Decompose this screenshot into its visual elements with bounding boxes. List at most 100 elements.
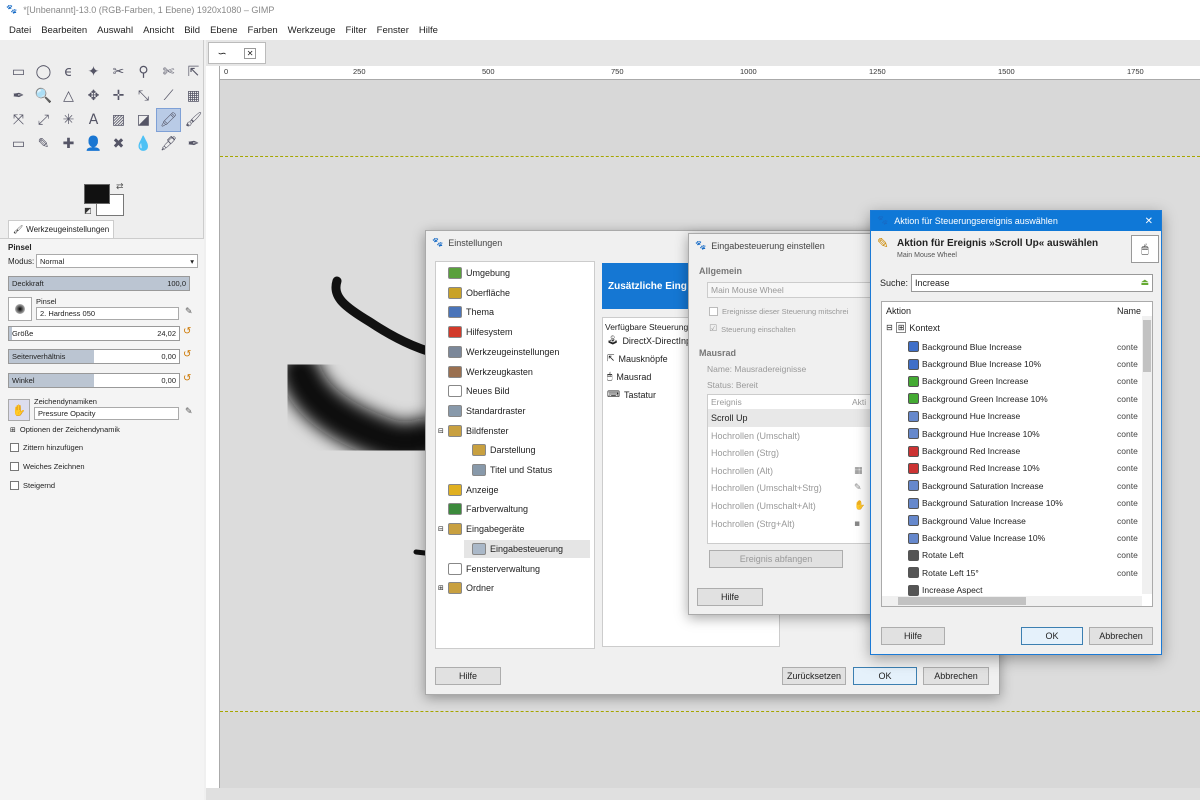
action-row[interactable]: Background Saturation Increase conte — [882, 477, 1144, 494]
shear-tool-icon[interactable]: ⟋ — [156, 84, 181, 108]
kontext-group-row[interactable]: ⊟ ⊞ Kontext — [886, 322, 940, 333]
paths-tool-icon[interactable]: ✒ — [6, 84, 31, 108]
expand-icon[interactable]: ⊞ — [438, 584, 444, 592]
action-row[interactable]: Background Value Increase 10% conte — [882, 529, 1144, 546]
menu-ansicht[interactable]: Ansicht — [143, 25, 174, 36]
pref-item-eingabesteuerung[interactable]: Eingabesteuerung — [464, 539, 590, 558]
enable-controller-checkbox[interactable]: ☑ Steuerung einschalten — [709, 324, 796, 334]
pref-item-werkzeugeinstellungen[interactable]: Werkzeugeinstellungen — [440, 343, 590, 361]
ink-tool-icon[interactable]: 🖋 — [156, 132, 181, 156]
foreground-color-swatch[interactable] — [84, 184, 110, 204]
device-directx[interactable]: 🕹 DirectX-DirectInp — [607, 332, 691, 350]
pref-item-eingabegeräte[interactable]: ⊟ Eingabegeräte — [438, 520, 590, 538]
collapse-icon[interactable]: ⊟ — [886, 323, 893, 332]
dump-events-checkbox[interactable]: Ereignisse dieser Steuerung mitschrei — [709, 307, 848, 316]
default-colors-icon[interactable]: ◩ — [84, 206, 92, 215]
align-tool-icon[interactable]: ✛ — [106, 84, 131, 108]
pref-item-farbverwaltung[interactable]: Farbverwaltung — [440, 500, 590, 518]
menu-hilfe[interactable]: Hilfe — [419, 25, 438, 36]
pref-item-ordner[interactable]: ⊞ Ordner — [438, 579, 590, 597]
foreground-select-tool-icon[interactable]: ✄ — [156, 60, 181, 84]
menu-bild[interactable]: Bild — [184, 25, 200, 36]
dynamics-options-expander[interactable]: ⊞ Optionen der Zeichendynamik — [10, 425, 120, 434]
color-select-tool-icon[interactable]: ⚲ — [131, 60, 156, 84]
menu-werkzeuge[interactable]: Werkzeuge — [288, 25, 336, 36]
event-row[interactable]: Hochrollen (Umschalt+Strg) ✎ — [708, 479, 881, 497]
menu-ebene[interactable]: Ebene — [210, 25, 237, 36]
paintbrush-tool-icon[interactable]: 🖌 — [181, 108, 206, 132]
action-row[interactable]: Background Red Increase 10% conte — [882, 460, 1144, 477]
tab-tool-options[interactable]: 🖌 Werkzeugeinstellungen — [8, 220, 115, 238]
clone-tool-icon[interactable]: 👤 — [81, 132, 106, 156]
event-row[interactable]: Hochrollen (Umschalt) — [708, 427, 881, 445]
dynamics-icon[interactable]: ✋ — [8, 399, 30, 421]
perspective-tool-icon[interactable]: ⤧ — [6, 108, 31, 132]
action-row[interactable]: Background Blue Increase 10% conte — [882, 355, 1144, 372]
input-controller-help-button[interactable]: Hilfe — [697, 588, 763, 606]
image-tab[interactable]: ∽ ✕ — [208, 42, 266, 64]
flip-tool-icon[interactable]: ⤢ — [31, 108, 56, 132]
opacity-slider[interactable]: Deckkraft 100,0 — [8, 276, 190, 291]
transform-tool-icon[interactable]: ⤡ — [131, 84, 156, 108]
pref-item-hilfesystem[interactable]: Hilfesystem — [440, 323, 590, 341]
unified-transform-tool-icon[interactable]: ▦ — [181, 84, 206, 108]
device-name-field[interactable]: Main Mouse Wheel — [707, 282, 877, 298]
horizontal-scrollbar[interactable] — [206, 788, 1200, 800]
menu-fenster[interactable]: Fenster — [377, 25, 409, 36]
dynamics-field[interactable]: Pressure Opacity — [34, 407, 179, 420]
pref-item-titel-und-status[interactable]: Titel und Status — [464, 461, 590, 479]
eraser-tool-icon[interactable]: ▭ — [6, 132, 31, 156]
close-tab-icon[interactable]: ✕ — [243, 47, 257, 59]
action-row[interactable]: Background Blue Increase conte — [882, 338, 1144, 355]
mode-select[interactable]: Normal ▾ — [36, 254, 198, 268]
event-row[interactable]: Hochrollen (Alt) ▦ — [708, 462, 881, 480]
action-ok-button[interactable]: OK — [1021, 627, 1083, 645]
event-row[interactable]: Scroll Up — [708, 409, 881, 427]
pref-item-anzeige[interactable]: Anzeige — [440, 481, 590, 499]
event-row[interactable]: Hochrollen (Strg+Alt) ▪ — [708, 515, 881, 533]
menu-farben[interactable]: Farben — [248, 25, 278, 36]
device-mouse-buttons[interactable]: ⇱ Mausknöpfe — [607, 350, 668, 368]
event-row[interactable]: Hochrollen (Strg) — [708, 444, 881, 462]
action-row[interactable]: Background Green Increase conte — [882, 373, 1144, 390]
preferences-ok-button[interactable]: OK — [853, 667, 917, 685]
pencil-tool-icon[interactable]: 🖍 — [156, 108, 181, 132]
zoom-tool-icon[interactable]: 🔍 — [31, 84, 56, 108]
rect-select-tool-icon[interactable]: ▭ — [6, 60, 31, 84]
free-select-tool-icon[interactable]: ϵ — [56, 60, 81, 84]
preferences-cancel-button[interactable]: Abbrechen — [923, 667, 989, 685]
action-row[interactable]: Background Hue Increase 10% conte — [882, 425, 1144, 442]
angle-slider[interactable]: Winkel 0,00 — [8, 373, 180, 388]
heal-tool-icon[interactable]: ✚ — [56, 132, 81, 156]
menu-datei[interactable]: Datei — [9, 25, 31, 36]
brush-field[interactable]: 2. Hardness 050 — [36, 307, 179, 320]
blur-tool-icon[interactable]: 💧 — [131, 132, 156, 156]
pref-item-darstellung[interactable]: Darstellung — [464, 441, 590, 459]
action-row[interactable]: Rotate Left conte — [882, 547, 1144, 564]
collapse-icon[interactable]: ⊟ — [438, 427, 444, 435]
size-slider[interactable]: Größe 24,02 — [8, 326, 180, 341]
gradient-tool-icon[interactable]: ◪ — [131, 108, 156, 132]
dodge-tool-icon[interactable]: ✒ — [181, 132, 206, 156]
reset-aspect-icon[interactable]: ↺ — [183, 349, 191, 360]
device-keyboard[interactable]: ⌨ Tastatur — [607, 386, 656, 404]
grab-event-button[interactable]: Ereignis abfangen — [709, 550, 843, 568]
action-help-button[interactable]: Hilfe — [881, 627, 945, 645]
preferences-reset-button[interactable]: Zurücksetzen — [782, 667, 846, 685]
pref-item-fensterverwaltung[interactable]: Fensterverwaltung — [440, 560, 590, 578]
search-input[interactable]: Increase ⏏ — [911, 274, 1153, 292]
text-tool-icon[interactable]: A — [81, 108, 106, 132]
pref-item-umgebung[interactable]: Umgebung — [440, 264, 590, 282]
smooth-checkbox[interactable]: Weiches Zeichnen — [10, 462, 85, 471]
action-row[interactable]: Background Green Increase 10% conte — [882, 390, 1144, 407]
reset-angle-icon[interactable]: ↺ — [183, 373, 191, 384]
move-tool-icon[interactable]: ✥ — [81, 84, 106, 108]
edit-brush-icon[interactable]: ✎ — [185, 307, 193, 317]
clear-search-icon[interactable]: ⏏ — [1140, 278, 1152, 288]
airbrush-tool-icon[interactable]: ✎ — [31, 132, 56, 156]
swap-colors-icon[interactable]: ⇄ — [116, 182, 124, 192]
event-row[interactable]: Hochrollen (Umschalt+Alt) ✋ — [708, 497, 881, 515]
scissors-select-tool-icon[interactable]: ✂ — [106, 60, 131, 84]
close-icon[interactable]: ✕ — [1145, 216, 1153, 227]
action-row[interactable]: Rotate Left 15° conte — [882, 564, 1144, 581]
